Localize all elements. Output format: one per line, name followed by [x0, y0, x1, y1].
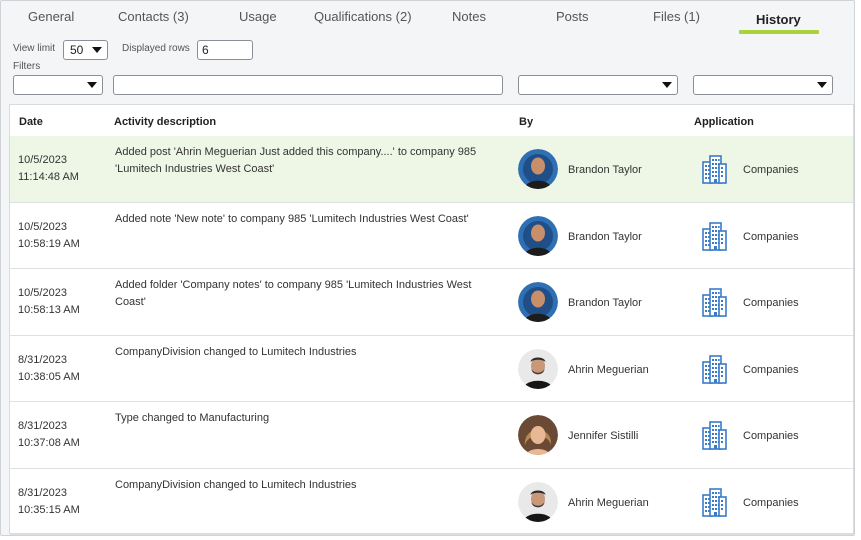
row-application: Companies: [743, 430, 799, 442]
row-by-user[interactable]: Brandon Taylor: [568, 297, 642, 309]
brandon-taylor-avatar: [518, 149, 558, 189]
active-tab-indicator: [739, 30, 819, 34]
building-icon: [698, 419, 730, 451]
tab-bar: General Contacts (3) Usage Qualification…: [1, 1, 854, 35]
row-by-user[interactable]: Brandon Taylor: [568, 231, 642, 243]
row-date-time: 11:14:48 AM: [18, 171, 79, 183]
filters-label: Filters: [13, 61, 41, 72]
row-date-time: 10:37:08 AM: [18, 437, 80, 449]
tab-general[interactable]: General: [28, 9, 74, 24]
tab-usage[interactable]: Usage: [239, 9, 277, 24]
row-date: 8/31/2023 10:37:08 AM: [18, 418, 80, 452]
chevron-down-icon: [92, 47, 102, 53]
row-by-user[interactable]: Ahrin Meguerian: [568, 497, 649, 509]
view-limit-value: 50: [70, 43, 84, 57]
table-row[interactable]: 8/31/2023 10:38:05 AM CompanyDivision chan…: [10, 336, 853, 402]
building-icon: [698, 220, 730, 252]
row-application: Companies: [743, 297, 799, 309]
row-date-day: 10/5/2023: [18, 154, 67, 166]
tab-contacts[interactable]: Contacts (3): [118, 9, 189, 24]
column-header-application[interactable]: Application: [694, 116, 754, 128]
row-application: Companies: [743, 230, 799, 243]
column-header-by[interactable]: By: [519, 116, 533, 128]
ahrin-meguerian-avatar: [518, 348, 558, 389]
row-description: Added folder 'Company notes' to company …: [115, 279, 472, 308]
row-by-user[interactable]: Brandon Taylor: [568, 164, 642, 176]
row-date-day: 8/31/2023: [18, 420, 67, 432]
row-date-time: 10:58:19 AM: [18, 237, 80, 250]
chevron-down-icon: [87, 82, 97, 88]
displayed-rows-field[interactable]: 6: [197, 40, 253, 60]
table-row[interactable]: 10/5/2023 10:58:13 AM Added folder 'Compan…: [10, 269, 853, 336]
row-date: 8/31/2023 10:38:05 AM: [18, 352, 80, 386]
row-date-day: 8/31/2023: [18, 353, 67, 366]
row-application: Companies: [743, 496, 799, 509]
table-row[interactable]: 10/5/2023 10:58:19 AM Added note 'New note…: [10, 203, 853, 269]
building-icon: [698, 353, 730, 385]
building-icon: [698, 153, 730, 185]
row-description: CompanyDivision changed to Lumitech Indu…: [115, 345, 357, 358]
filter-by-select[interactable]: [518, 75, 678, 95]
building-icon: [698, 286, 730, 318]
chevron-down-icon: [662, 82, 672, 88]
row-date-day: 8/31/2023: [18, 486, 67, 499]
row-date: 10/5/2023 10:58:13 AM: [18, 285, 80, 319]
filter-date-select[interactable]: [13, 75, 103, 95]
brandon-taylor-avatar: [518, 215, 558, 256]
tab-notes[interactable]: Notes: [452, 9, 486, 24]
ahrin-meguerian-avatar: [518, 481, 558, 522]
table-row[interactable]: 8/31/2023 10:37:08 AM Type changed to Manu…: [10, 402, 853, 469]
row-by-user[interactable]: Jennifer Sistilli: [568, 430, 638, 442]
chevron-down-icon: [817, 82, 827, 88]
brandon-taylor-avatar: [518, 282, 558, 322]
table-row[interactable]: 10/5/2023 11:14:48 AM Added post 'Ahrin Me…: [10, 136, 853, 203]
tab-files[interactable]: Files (1): [653, 9, 700, 24]
row-date: 10/5/2023 10:58:19 AM: [18, 219, 80, 253]
view-limit-label: View limit: [13, 43, 56, 54]
row-application: Companies: [743, 363, 799, 376]
row-application: Companies: [743, 164, 799, 176]
row-date-time: 10:35:15 AM: [18, 503, 80, 516]
column-header-date[interactable]: Date: [19, 116, 43, 128]
tab-qualifications[interactable]: Qualifications (2): [314, 9, 412, 24]
table-header: Date Activity description By Application: [10, 105, 853, 137]
row-description: Added note 'New note' to company 985 'Lu…: [115, 212, 469, 225]
row-date-day: 10/5/2023: [18, 287, 67, 299]
table-row[interactable]: 8/31/2023 10:35:15 AM CompanyDivision chan…: [10, 469, 853, 535]
view-limit-select[interactable]: 50: [63, 40, 108, 60]
row-date: 8/31/2023 10:35:15 AM: [18, 485, 80, 519]
history-table: Date Activity description By Application…: [9, 104, 854, 535]
tab-history[interactable]: History: [756, 12, 801, 27]
row-description: Type changed to Manufacturing: [115, 412, 270, 424]
row-description: Added post 'Ahrin Meguerian Just added t…: [115, 146, 477, 175]
filter-description-input[interactable]: [113, 75, 503, 95]
displayed-rows-label: Displayed rows: [122, 43, 190, 54]
tab-posts[interactable]: Posts: [556, 9, 589, 24]
row-description: CompanyDivision changed to Lumitech Indu…: [115, 478, 357, 491]
row-date-time: 10:58:13 AM: [18, 304, 80, 316]
row-date: 10/5/2023 11:14:48 AM: [18, 152, 79, 186]
jennifer-sistilli-avatar: [518, 415, 558, 455]
row-date-time: 10:38:05 AM: [18, 370, 80, 383]
column-header-description[interactable]: Activity description: [114, 116, 216, 128]
row-date-day: 10/5/2023: [18, 220, 67, 233]
building-icon: [698, 486, 730, 518]
filter-application-select[interactable]: [693, 75, 833, 95]
history-panel: General Contacts (3) Usage Qualification…: [0, 0, 855, 536]
row-by-user[interactable]: Ahrin Meguerian: [568, 364, 649, 376]
